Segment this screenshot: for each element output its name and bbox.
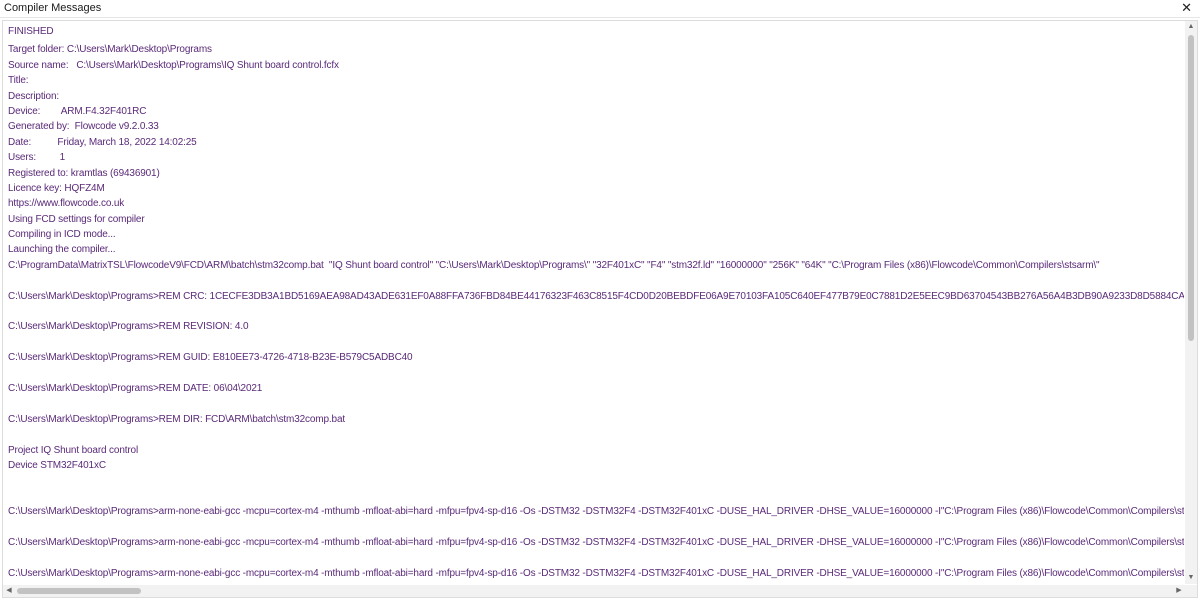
message-line (8, 396, 1184, 411)
message-line: Compiling in ICD mode... (8, 229, 116, 241)
message-line: Using FCD settings for compiler (8, 213, 145, 225)
message-line: Date: Friday, March 18, 2022 14:02:25 (8, 136, 197, 148)
compiler-messages-panel[interactable]: FINISHED Target folder: C:\Users\Mark\De… (2, 20, 1198, 598)
message-line: Target folder: C:\Users\Mark\Desktop\Pro… (8, 44, 212, 56)
message-line: C:\Users\Mark\Desktop\Programs>REM CRC: … (8, 290, 1184, 302)
message-line: Title: (8, 75, 29, 87)
message-line: C:\Users\Mark\Desktop\Programs>REM REVIS… (8, 321, 249, 333)
scroll-left-icon[interactable]: ◀ (3, 585, 15, 597)
message-line (8, 273, 1184, 288)
message-line: C:\Users\Mark\Desktop\Programs>arm-none-… (8, 567, 1184, 579)
message-line: Users: 1 (8, 152, 66, 164)
status-text: FINISHED (8, 26, 54, 37)
vertical-scroll-thumb[interactable] (1188, 35, 1194, 341)
message-line: C:\ProgramData\MatrixTSL\FlowcodeV9\FCD\… (8, 259, 1100, 271)
message-line (8, 366, 1184, 381)
window-title: Compiler Messages (4, 2, 102, 14)
message-line: C:\Users\Mark\Desktop\Programs>REM DIR: … (8, 413, 345, 425)
message-line (8, 304, 1184, 319)
message-line: Device: ARM.F4.32F401RC (8, 105, 147, 117)
horizontal-scroll-thumb[interactable] (17, 588, 141, 594)
message-line: Generated by: Flowcode v9.2.0.33 (8, 121, 159, 133)
message-log[interactable]: FINISHED Target folder: C:\Users\Mark\De… (8, 24, 1184, 584)
message-line (8, 520, 1184, 535)
scroll-right-icon[interactable]: ▶ (1173, 585, 1185, 597)
message-line: Source name: C:\Users\Mark\Desktop\Progr… (8, 59, 339, 71)
message-line (8, 473, 1184, 488)
scrollbar-corner (1185, 585, 1197, 597)
message-line (8, 489, 1184, 504)
message-line: Project IQ Shunt board control (8, 444, 139, 456)
message-line (8, 550, 1184, 565)
horizontal-scrollbar[interactable]: ◀ ▶ (3, 585, 1185, 597)
message-line: C:\Users\Mark\Desktop\Programs>REM GUID:… (8, 352, 413, 364)
message-line: Licence key: HQFZ4M (8, 182, 105, 194)
message-line: C:\Users\Mark\Desktop\Programs>REM DATE:… (8, 382, 263, 394)
message-line: Device STM32F401xC (8, 459, 106, 471)
scroll-down-icon[interactable]: ▼ (1185, 572, 1197, 584)
message-line: Description: (8, 90, 59, 102)
message-line: C:\Users\Mark\Desktop\Programs>arm-none-… (8, 506, 1184, 518)
message-line: Registered to: kramtlas (69436901) (8, 167, 160, 179)
message-line (8, 335, 1184, 350)
close-icon[interactable]: ✕ (1181, 0, 1192, 16)
scroll-up-icon[interactable]: ▲ (1185, 21, 1197, 33)
message-line: Launching the compiler... (8, 244, 116, 256)
message-line: C:\Users\Mark\Desktop\Programs>arm-none-… (8, 536, 1184, 548)
title-bar: Compiler Messages ✕ (0, 0, 1200, 18)
message-line (8, 427, 1184, 442)
vertical-scrollbar[interactable]: ▲ ▼ (1185, 21, 1197, 584)
message-line: https://www.flowcode.co.uk (8, 198, 125, 210)
